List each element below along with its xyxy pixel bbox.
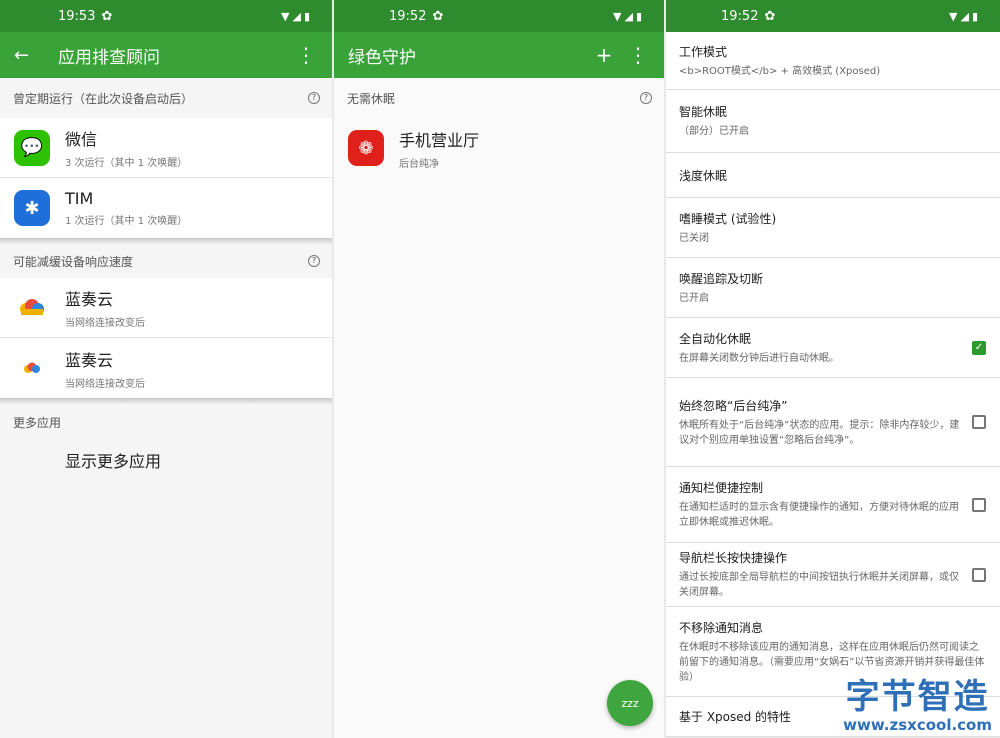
periodic-apps-list: 💬 微信 3 次运行（其中 1 次唤醒） ✱ TIM 1 次运行（其中 1 次唤… — [0, 118, 332, 238]
hibernate-fab[interactable]: zzz — [607, 680, 653, 726]
app-summary: 3 次运行（其中 1 次唤醒） — [65, 158, 188, 169]
pref-title: 唤醒追踪及切断 — [679, 271, 764, 286]
status-bar: 19:53 ✿ ▼ ◢ ▮ — [0, 0, 332, 32]
watermark-title: 字节智造 — [845, 677, 990, 717]
pref-summary: 通过长按底部全局导航栏的中间按钮执行休眠并关闭屏幕，或仅关闭屏幕。 — [679, 572, 959, 598]
pref-title: 通知栏便捷控制 — [679, 481, 764, 495]
pref-summary: 在通知栏适时的显示含有便捷操作的通知，方便对待休眠的应用立即休眠或推迟休眠。 — [679, 502, 959, 528]
section-header-no-hibernate: 无需休眠 ? — [334, 78, 664, 118]
pref-title: 导航栏长按快捷操作 — [679, 551, 788, 565]
section-title: 曾定期运行（在此次设备启动后） — [13, 91, 194, 106]
list-item-tim[interactable]: ✱ TIM 1 次运行（其中 1 次唤醒） — [0, 178, 332, 238]
battery-icon: ▮ — [303, 9, 310, 23]
greenify-main-screen: 19:52 ✿ ▼ ◢ ▮ 绿色守护 + ⋮ 无需休眠 ? ❁ 手机营业厅 后台纯净 … — [334, 0, 664, 738]
section-header-periodic: 曾定期运行（在此次设备启动后） ? — [0, 78, 332, 118]
pref-title: 全自动化休眠 — [679, 331, 752, 346]
signal-icon: ◢ — [292, 9, 301, 23]
section-title: 更多应用 — [13, 415, 62, 430]
pref-work-mode[interactable]: 工作模式 <b>ROOT模式</b> + 高效模式 (Xposed) — [666, 32, 1000, 90]
status-time: 19:52 — [389, 8, 427, 24]
battery-icon: ▮ — [635, 9, 642, 23]
pref-summary: <b>ROOT模式</b> + 高效模式 (Xposed) — [679, 65, 881, 77]
wifi-icon: ▼ — [949, 9, 958, 23]
checkbox-checked-icon[interactable]: ✓ — [972, 340, 986, 355]
pref-summary: 已关闭 — [679, 232, 709, 244]
page-title: 绿色守护 — [348, 47, 416, 68]
pref-title: 不移除通知消息 — [679, 620, 764, 635]
section-title: 可能减缓设备响应速度 — [13, 254, 134, 269]
lanzou-cloud-icon — [14, 290, 50, 326]
back-arrow-icon[interactable]: ← — [14, 45, 42, 66]
help-icon[interactable]: ? — [308, 92, 320, 104]
overflow-menu-icon[interactable]: ⋮ — [626, 43, 650, 67]
lanzou-cloud-small-icon — [14, 350, 50, 386]
status-bar: 19:52 ✿ ▼ ◢ ▮ — [334, 0, 664, 32]
help-icon[interactable]: ? — [640, 92, 652, 104]
status-bar: 19:52 ✿ ▼ ◢ ▮ — [666, 0, 1000, 32]
pref-summary: 在屏幕关闭数分钟后进行自动休眠。 — [679, 352, 839, 364]
app-summary: 1 次运行（其中 1 次唤醒） — [65, 216, 188, 227]
list-item-lanzou[interactable]: 蓝奏云 当网络连接改变后 — [0, 338, 332, 398]
app-name: TIM — [65, 189, 94, 208]
section-header-slowdown: 可能减缓设备响应速度 ? — [0, 244, 332, 278]
app-name: 手机营业厅 — [399, 130, 480, 150]
signal-icon: ◢ — [960, 9, 969, 23]
slowdown-apps-list: 蓝奏云 当网络连接改变后 蓝奏云 当网络连接改变后 — [0, 278, 332, 398]
pref-title: 嗜睡模式 (试验性) — [679, 211, 777, 226]
app-summary: 当网络连接改变后 — [65, 318, 145, 329]
list-item-wechat[interactable]: 💬 微信 3 次运行（其中 1 次唤醒） — [0, 118, 332, 178]
app-troubleshooter-screen: 19:53 ✿ ▼ ◢ ▮ ← 应用排查顾问 ⋮ 曾定期运行（在此次设备启动后） ? … — [0, 0, 332, 738]
watermark-url: www.zsxcool.com — [843, 716, 992, 734]
list-item-lanzou[interactable]: 蓝奏云 当网络连接改变后 — [0, 278, 332, 338]
wifi-icon: ▼ — [281, 9, 290, 23]
app-bar: 绿色守护 + ⋮ — [334, 32, 664, 78]
notification-icon: ✿ — [432, 8, 444, 24]
section-title: 无需休眠 — [347, 91, 396, 106]
pref-title: 智能休眠 — [679, 105, 728, 119]
battery-icon: ▮ — [971, 9, 978, 23]
pref-title: 工作模式 — [679, 44, 728, 59]
app-name: 蓝奏云 — [65, 350, 114, 370]
overflow-menu-icon[interactable]: ⋮ — [294, 43, 318, 67]
checkbox-icon[interactable] — [972, 415, 986, 429]
wifi-icon: ▼ — [613, 9, 622, 23]
pref-smart-hibernate[interactable]: 智能休眠 （部分）已开启 — [666, 90, 1000, 153]
app-summary: 后台纯净 — [399, 158, 439, 170]
china-unicom-icon: ❁ — [348, 130, 384, 166]
notification-icon: ✿ — [101, 8, 113, 24]
signal-icon: ◢ — [624, 9, 633, 23]
checkbox-icon[interactable] — [972, 497, 986, 512]
page-title: 应用排查顾问 — [58, 47, 160, 68]
pref-shallow-hibernate[interactable]: 浅度休眠 — [666, 153, 1000, 198]
add-icon[interactable]: + — [592, 43, 616, 67]
list-item-unicom[interactable]: ❁ 手机营业厅 后台纯净 — [334, 118, 664, 178]
pref-navbar-longpress[interactable]: 导航栏长按快捷操作通过长按底部全局导航栏的中间按钮执行休眠并关闭屏幕，或仅关闭屏… — [666, 543, 1000, 607]
app-summary: 当网络连接改变后 — [65, 378, 145, 390]
pref-title: 始终忽略“后台纯净” — [679, 398, 788, 413]
settings-screen: 19:52 ✿ ▼ ◢ ▮ 工作模式 <b>ROOT模式</b> + 高效模式 (Xpo… — [666, 0, 1000, 738]
show-more-apps-button[interactable]: 显示更多应用 — [0, 440, 332, 480]
app-name: 蓝奏云 — [65, 290, 114, 309]
pref-wakeup-tracking[interactable]: 唤醒追踪及切断 已开启 — [666, 258, 1000, 318]
section-header-more: 更多应用 — [0, 404, 332, 440]
tim-icon: ✱ — [14, 190, 50, 226]
pref-summary: 已开启 — [679, 292, 709, 304]
notification-icon: ✿ — [764, 8, 776, 24]
pref-ignore-background-free[interactable]: 始终忽略“后台纯净” 休眠所有处于“后台纯净”状态的应用。提示：除非内存较少，建议… — [666, 378, 1000, 467]
wechat-icon: 💬 — [14, 129, 50, 166]
watermark: 字节智造 www.zsxcool.com — [843, 678, 992, 734]
pref-summary: 休眠所有处于“后台纯净”状态的应用。提示：除非内存较少，建议对个别应用单独设置“… — [679, 419, 960, 446]
app-name: 微信 — [65, 130, 98, 149]
pref-title: 浅度休眠 — [679, 168, 728, 183]
help-icon[interactable]: ? — [308, 255, 320, 267]
pref-doze-mode[interactable]: 嗜睡模式 (试验性) 已关闭 — [666, 198, 1000, 258]
status-time: 19:52 — [721, 8, 759, 24]
app-bar: ← 应用排查顾问 ⋮ — [0, 32, 332, 78]
pref-notification-control[interactable]: 通知栏便捷控制在通知栏适时的显示含有便捷操作的通知，方便对待休眠的应用立即休眠或… — [666, 467, 1000, 543]
pref-auto-hibernate[interactable]: 全自动化休眠在屏幕关闭数分钟后进行自动休眠。 ✓ — [666, 318, 1000, 378]
checkbox-icon[interactable] — [972, 567, 986, 582]
pref-summary: （部分）已开启 — [679, 126, 749, 137]
status-time: 19:53 — [58, 8, 96, 24]
